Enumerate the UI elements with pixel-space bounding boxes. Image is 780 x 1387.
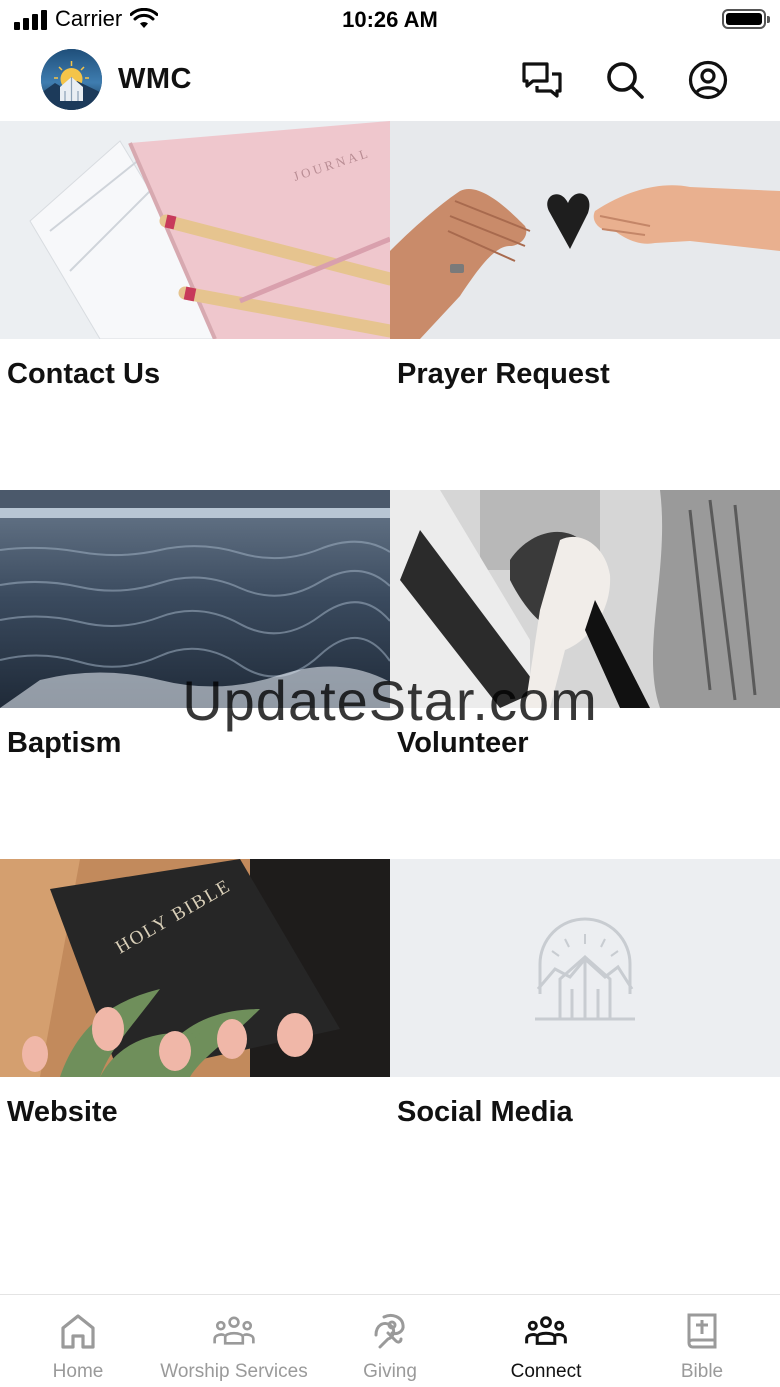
tile-label: Prayer Request <box>397 358 610 390</box>
bottom-tab-bar: Home Worship Services Giving Connect Bib… <box>0 1294 780 1387</box>
giving-hand-icon <box>368 1309 412 1353</box>
tab-home[interactable]: Home <box>0 1295 156 1387</box>
tile-social-media[interactable]: Social Media <box>390 859 780 1228</box>
tile-baptism[interactable]: Baptism <box>0 490 390 859</box>
app-header: WMC <box>0 44 780 120</box>
tab-label: Connect <box>510 1361 582 1382</box>
tab-worship-services[interactable]: Worship Services <box>156 1295 312 1387</box>
bible-icon <box>680 1309 724 1353</box>
journal-pencils-photo: JOURNAL <box>0 121 390 339</box>
tab-label: Bible <box>680 1361 724 1382</box>
app-title: WMC <box>118 63 192 95</box>
clasped-hands-photo <box>390 490 780 708</box>
hands-heart-photo <box>390 121 780 339</box>
status-bar: Carrier 10:26 AM <box>0 0 780 40</box>
church-logo-placeholder <box>390 859 780 1077</box>
tab-label: Worship Services <box>160 1361 308 1382</box>
tile-label: Contact Us <box>7 358 161 390</box>
tile-prayer-request[interactable]: Prayer Request <box>390 121 780 490</box>
tab-giving[interactable]: Giving <box>312 1295 468 1387</box>
tile-label: Baptism <box>7 727 122 759</box>
tile-volunteer[interactable]: Volunteer <box>390 490 780 859</box>
account-icon[interactable] <box>686 58 730 102</box>
battery-icon <box>722 9 770 29</box>
tile-label: Social Media <box>397 1096 573 1128</box>
holy-bible-tulips-photo: HOLY BIBLE <box>0 859 390 1077</box>
tile-contact-us[interactable]: JOURNAL Contact Us <box>0 121 390 490</box>
tile-label: Website <box>7 1096 118 1128</box>
status-time: 10:26 AM <box>342 7 438 32</box>
ocean-water-photo <box>0 490 390 708</box>
search-icon[interactable] <box>603 58 647 102</box>
tab-label: Giving <box>363 1361 417 1382</box>
people-group-icon <box>212 1309 256 1353</box>
chat-icon[interactable] <box>520 58 564 102</box>
home-icon <box>56 1309 100 1353</box>
tab-bible[interactable]: Bible <box>624 1295 780 1387</box>
tile-label: Volunteer <box>397 727 529 759</box>
people-group-icon <box>524 1309 568 1353</box>
tile-website[interactable]: HOLY BIBLE Website <box>0 859 390 1228</box>
tab-label: Home <box>52 1361 104 1382</box>
tab-connect[interactable]: Connect <box>468 1295 624 1387</box>
church-logo[interactable] <box>41 49 102 110</box>
